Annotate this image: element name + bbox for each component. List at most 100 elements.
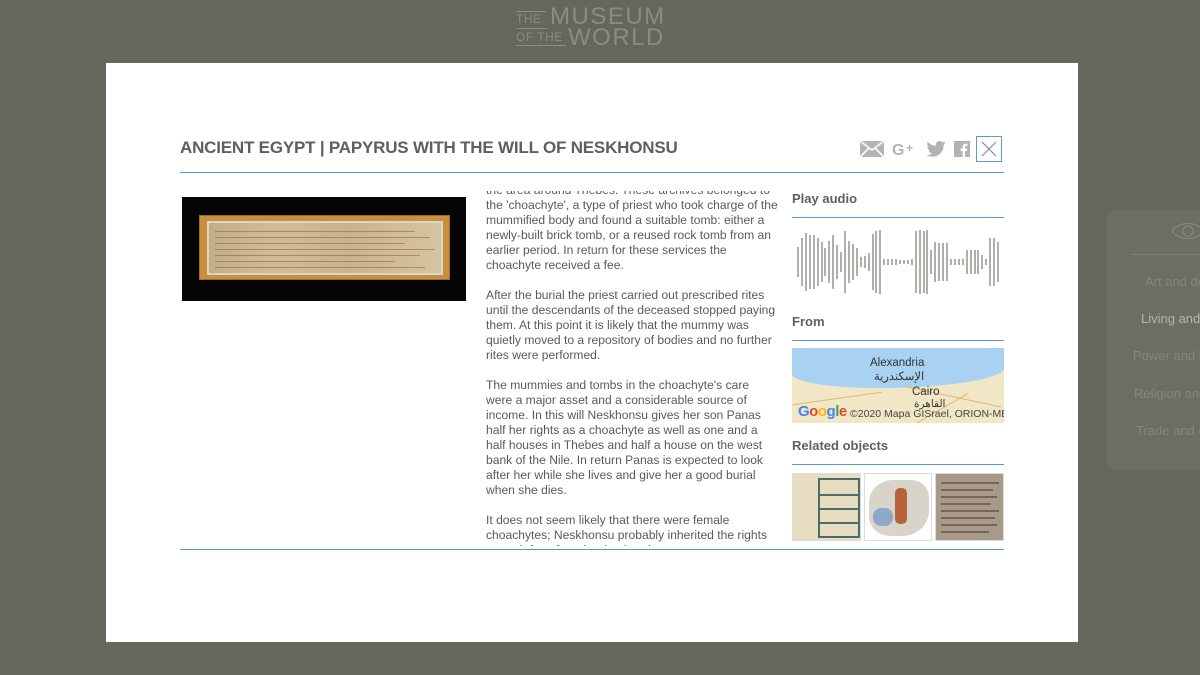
waveform-bar bbox=[938, 243, 941, 281]
waveform-bar bbox=[906, 260, 909, 264]
logo-of-the: OF THE bbox=[516, 30, 563, 44]
related-object-thumbnail[interactable] bbox=[935, 473, 1005, 541]
waveform-bar bbox=[891, 258, 894, 266]
waveform-bar bbox=[977, 250, 980, 274]
map-label-alexandria-arabic: الإسكندرية bbox=[874, 371, 925, 383]
waveform-bar bbox=[957, 258, 960, 266]
side-item-power-and-identity[interactable]: Power and identity bbox=[1133, 348, 1200, 363]
from-divider bbox=[792, 340, 1004, 341]
waveform-bar bbox=[863, 255, 866, 269]
header-divider bbox=[180, 172, 1004, 173]
description-paragraph: After the burial the priest carried out … bbox=[486, 288, 776, 362]
waveform-bar bbox=[808, 235, 811, 289]
papyrus bbox=[207, 221, 443, 275]
waveform-bar bbox=[981, 255, 984, 269]
waveform-bar bbox=[997, 241, 1000, 283]
waveform-bar bbox=[926, 230, 929, 294]
logo-world: WORLD bbox=[568, 24, 665, 51]
waveform-bar bbox=[828, 240, 831, 284]
side-panel-divider bbox=[1131, 254, 1200, 255]
waveform-bar bbox=[871, 234, 874, 290]
waveform-bar bbox=[946, 243, 949, 281]
logo-the: THE bbox=[516, 12, 542, 26]
object-title: ANCIENT EGYPT | PAPYRUS WITH THE WILL OF… bbox=[180, 138, 678, 157]
info-sidebar: Play audio From Alexandria الإسكندرية Ca… bbox=[792, 191, 1005, 541]
google-logo[interactable]: Google bbox=[798, 403, 847, 420]
svg-text:+: + bbox=[906, 141, 913, 155]
papyrus-frame bbox=[199, 215, 450, 280]
from-heading: From bbox=[792, 314, 825, 329]
map-label-cairo: Cairo bbox=[912, 386, 940, 398]
waveform-bar bbox=[950, 258, 952, 266]
related-divider bbox=[792, 464, 1004, 465]
audio-waveform-button[interactable] bbox=[792, 228, 1004, 300]
waveform-bar bbox=[797, 246, 799, 278]
object-modal: ANCIENT EGYPT | PAPYRUS WITH THE WILL OF… bbox=[106, 63, 1078, 642]
waveform-bar bbox=[953, 258, 956, 266]
waveform-bar bbox=[934, 241, 937, 283]
origin-map[interactable]: Alexandria الإسكندرية Cairo القاهرة Goog… bbox=[792, 348, 1004, 423]
play-audio-heading: Play audio bbox=[792, 191, 858, 206]
related-object-thumbnail[interactable] bbox=[792, 473, 861, 541]
waveform-bar bbox=[993, 237, 996, 287]
google-plus-icon[interactable]: G + bbox=[892, 140, 918, 158]
related-object-thumbnail[interactable] bbox=[863, 473, 933, 541]
waveform-bar bbox=[844, 230, 847, 294]
waveform-bar bbox=[840, 252, 843, 272]
waveform-bar bbox=[859, 257, 862, 267]
related-objects bbox=[792, 473, 1005, 541]
waveform-bar bbox=[875, 230, 878, 294]
waveform-bar bbox=[836, 245, 839, 279]
waveform-bar bbox=[910, 258, 913, 266]
facebook-icon[interactable] bbox=[954, 141, 970, 157]
side-item-trade-and-conflict[interactable]: Trade and conflict bbox=[1136, 423, 1200, 438]
waveform-bar bbox=[965, 249, 968, 275]
waveform-bar bbox=[942, 243, 945, 281]
waveform-bar bbox=[961, 258, 964, 266]
content-bottom-divider bbox=[180, 549, 1004, 550]
email-icon[interactable] bbox=[860, 141, 884, 157]
waveform-bar bbox=[989, 238, 992, 286]
description-paragraph: The mummies and tombs in the choachyte's… bbox=[486, 378, 763, 497]
description-paragraph: It does not seem likely that there were … bbox=[486, 513, 768, 546]
waveform-bar bbox=[867, 253, 870, 271]
related-objects-heading: Related objects bbox=[792, 438, 889, 453]
object-image[interactable] bbox=[182, 197, 466, 301]
waveform-bar bbox=[902, 260, 905, 264]
close-icon bbox=[981, 141, 997, 157]
waveform-bar bbox=[812, 234, 815, 290]
share-icons: G + bbox=[860, 136, 978, 162]
description-paragraph: the area around Thebes. These archives b… bbox=[486, 191, 778, 272]
waveform-bar bbox=[879, 230, 882, 294]
waveform-bar bbox=[848, 240, 850, 284]
waveform-bar bbox=[851, 244, 854, 280]
side-item-living-and-dying[interactable]: Living and dying bbox=[1141, 311, 1200, 326]
audio-divider bbox=[792, 217, 1004, 218]
waveform-bar bbox=[824, 248, 827, 276]
close-button[interactable] bbox=[976, 136, 1002, 162]
side-item-art-and-design[interactable]: Art and design bbox=[1145, 274, 1200, 289]
eye-icon[interactable] bbox=[1171, 220, 1200, 242]
waveform-bar bbox=[832, 235, 835, 289]
waveform-bar bbox=[899, 260, 901, 264]
svg-text:G: G bbox=[892, 142, 904, 158]
object-description[interactable]: the area around Thebes. These archives b… bbox=[486, 191, 778, 546]
waveform-bar bbox=[855, 247, 858, 277]
waveform-bar bbox=[969, 250, 972, 274]
twitter-icon[interactable] bbox=[926, 141, 946, 157]
museum-logo[interactable]: THE MUSEUM OF THE WORLD bbox=[516, 4, 666, 50]
waveform-bar bbox=[973, 250, 976, 274]
logo-rule bbox=[516, 28, 548, 29]
waveform-bar bbox=[804, 233, 807, 291]
waveform-bar bbox=[922, 231, 925, 293]
waveform-bar bbox=[887, 258, 890, 266]
waveform-bar bbox=[918, 230, 921, 294]
waveform-bar bbox=[816, 237, 819, 287]
waveform-bar bbox=[985, 258, 988, 266]
map-copyright: ©2020 Mapa GISrael, ORION-ME bbox=[850, 408, 1004, 420]
waveform-bar bbox=[800, 238, 803, 286]
waveform-bar bbox=[914, 230, 917, 294]
logo-rule bbox=[516, 45, 566, 46]
side-item-religion-and-belief[interactable]: Religion and belief bbox=[1134, 386, 1200, 401]
waveform-bar bbox=[895, 258, 898, 266]
